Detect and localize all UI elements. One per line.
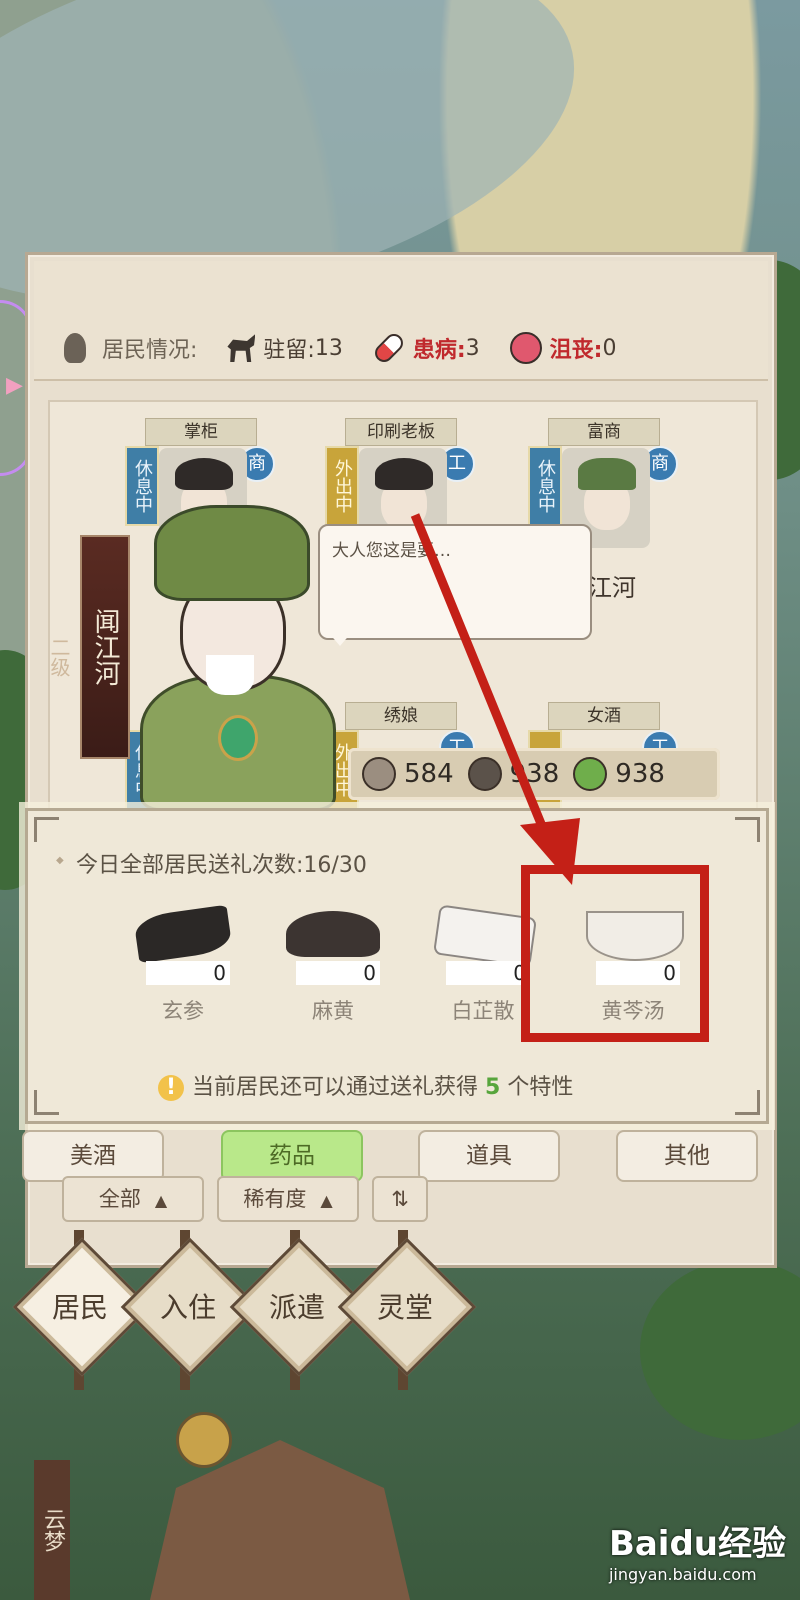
resident-name: 江河 [588,574,636,602]
gift-count: 今日全部居民送礼次数:16/30 [56,847,367,879]
gift-item[interactable]: 0 玄参 [128,899,238,1023]
item-count: 0 [296,961,380,985]
depressed-count: 沮丧: 0 [509,332,616,364]
resource-heart: 584 [362,757,454,791]
filter-all[interactable]: 全部 ▲ [62,1176,204,1222]
heart-icon [362,757,396,791]
warning-icon: ! [158,1075,184,1101]
xuanshen-icon [133,904,233,964]
expand-arrow-icon: ▶ [6,373,23,398]
sick-count: 患病: 3 [371,330,480,366]
resident-title: 绣娘 [345,702,457,730]
chevron-up-icon: ▲ [154,1191,168,1210]
nav-label: 灵堂 [376,1291,433,1324]
resident-state-tag: 休息中 [528,446,562,526]
resident-status-title: 居民情况: [64,332,197,364]
affinity-resources: 584 938 938 [348,748,720,800]
resident-title: 女酒 [548,702,660,730]
chevron-up-icon: ▲ [320,1191,333,1210]
tab-other[interactable]: 其他 [616,1130,758,1182]
mahuang-icon [286,911,380,957]
resident-title: 掌柜 [145,418,257,446]
stationed-count: 驻留: 13 [227,332,343,364]
coin-icon [176,1412,232,1468]
nav-label: 居民 [51,1291,108,1324]
watermark: Baidu经验 jingyan.baidu.com [608,1524,786,1584]
leaf-icon [573,757,608,791]
nav-label: 派遣 [268,1291,325,1324]
horse-icon [227,334,256,362]
sort-icon: ⇅ [391,1187,409,1211]
nav-label: 入住 [159,1291,216,1324]
sad-face-icon [509,332,542,364]
resident-title: 富商 [548,418,660,446]
sort-button[interactable]: ⇅ [372,1176,428,1222]
resident-status-bar: 居民情况: 驻留: 13 患病: 3 沮丧: 0 [34,261,768,381]
tab-wine[interactable]: 美酒 [22,1130,164,1182]
highlight-box [521,865,709,1042]
resident-title: 印刷老板 [345,418,457,446]
location-plate: 云梦 [34,1460,70,1600]
resource-leaf: 938 [573,757,665,791]
speech-bubble: 大人您这是要… [318,524,592,646]
gift-item[interactable]: 0 麻黄 [278,899,388,1023]
pill-icon [371,330,407,366]
tab-tools[interactable]: 道具 [418,1130,560,1182]
resident-state-tag: 外出中 [325,446,359,526]
trait-hint: ! 当前居民还可以通过送礼获得 5 个特性 [158,1069,573,1101]
item-name: 玄参 [162,999,204,1023]
resource-hand: 938 [467,757,559,791]
item-count: 0 [446,961,530,985]
hand-icon [467,757,502,791]
tab-medicine[interactable]: 药品 [221,1130,363,1182]
filter-rarity[interactable]: 稀有度 ▲ [217,1176,359,1222]
tree [640,1260,800,1440]
person-icon [64,333,86,363]
item-count: 0 [146,961,230,985]
selected-resident-character[interactable] [140,505,336,811]
selected-resident-plate: 闻江河 二级 [47,535,130,759]
item-name: 麻黄 [312,999,354,1023]
